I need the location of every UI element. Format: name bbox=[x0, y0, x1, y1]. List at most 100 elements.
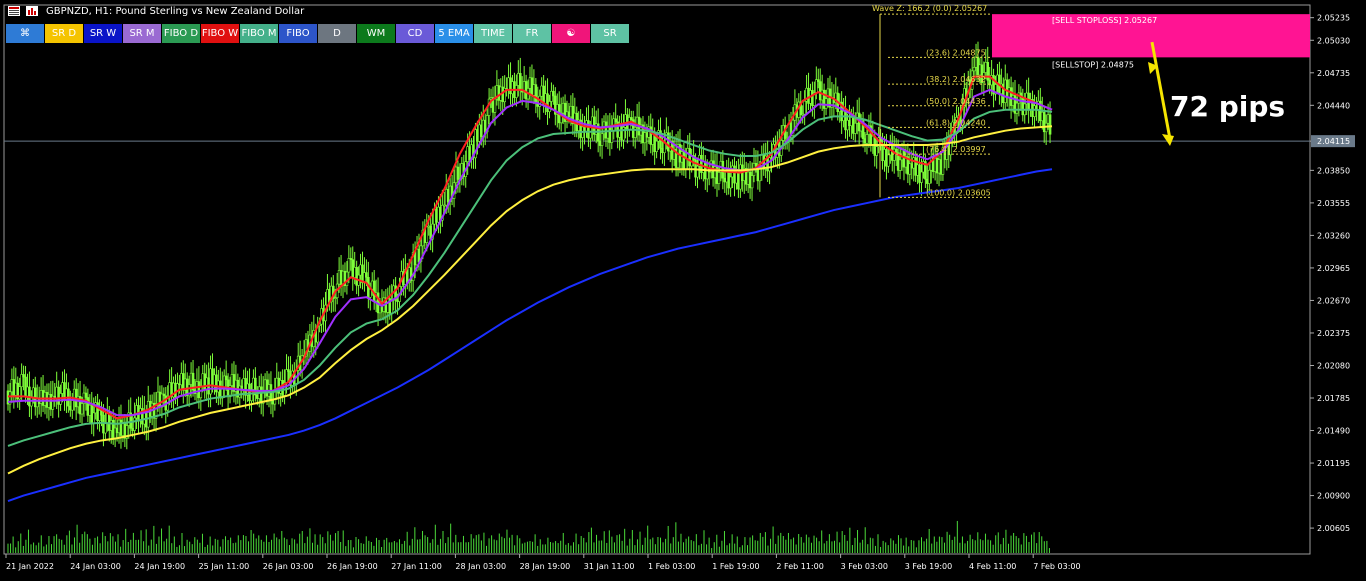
price-tick-label: 2.03850 bbox=[1317, 166, 1350, 175]
price-tick-label: 2.02965 bbox=[1317, 264, 1350, 273]
candle-body bbox=[729, 176, 732, 189]
time-tick-label: 21 Jan 2022 bbox=[6, 562, 54, 571]
candle-body bbox=[803, 100, 806, 115]
time-tick-label: 28 Jan 19:00 bbox=[520, 562, 571, 571]
candle-body bbox=[865, 134, 869, 144]
chart-grid-icon bbox=[8, 6, 20, 16]
fibo-level-label: (100.0) 2.03605 bbox=[926, 188, 991, 197]
candle-body bbox=[22, 374, 25, 378]
chart-title-bar: GBPNZD, H1: Pound Sterling vs New Zealan… bbox=[0, 2, 304, 20]
candle-body bbox=[273, 390, 277, 405]
candle-body bbox=[600, 133, 604, 146]
candle-body bbox=[224, 375, 228, 381]
time-tick-label: 7 Feb 03:00 bbox=[1033, 562, 1080, 571]
bar-chart-icon bbox=[26, 6, 38, 16]
candle-body bbox=[104, 422, 107, 434]
candle-body bbox=[80, 403, 84, 415]
time-tick-label: 3 Feb 19:00 bbox=[905, 562, 952, 571]
fibo-level-label: (38.2) 2.04632 bbox=[926, 75, 986, 84]
candle-body bbox=[887, 154, 890, 167]
candle-body bbox=[920, 171, 923, 183]
candle-body bbox=[927, 169, 931, 184]
button-5-ema[interactable]: 5 EMA bbox=[435, 24, 473, 43]
price-tick-label: 2.00900 bbox=[1317, 492, 1350, 501]
button-fibo-m[interactable]: FIBO M bbox=[240, 24, 278, 43]
candle-body bbox=[84, 392, 88, 398]
candle-body bbox=[456, 166, 460, 180]
time-tick-label: 31 Jan 11:00 bbox=[584, 562, 635, 571]
candle-body bbox=[534, 84, 538, 103]
candle-body bbox=[92, 412, 96, 424]
candle-body bbox=[875, 146, 879, 156]
candle-body bbox=[853, 122, 857, 134]
button-sr-d[interactable]: SR D bbox=[45, 24, 83, 43]
candle-body bbox=[684, 158, 688, 170]
candle-body bbox=[610, 130, 614, 143]
time-tick-label: 27 Jan 11:00 bbox=[391, 562, 442, 571]
candle-body bbox=[663, 142, 666, 154]
price-tick-label: 2.02670 bbox=[1317, 296, 1350, 305]
time-tick-label: 1 Feb 03:00 bbox=[648, 562, 695, 571]
time-tick-label: 26 Jan 03:00 bbox=[263, 562, 314, 571]
price-tick-label: 2.05235 bbox=[1317, 14, 1350, 23]
button-cd[interactable]: CD bbox=[396, 24, 434, 43]
indicator-toolbar: ⌘ SR D SR W SR M FIBO D FIBO W FIBO M FIBO D WM CD… bbox=[6, 24, 629, 44]
button-fibo[interactable]: FIBO bbox=[279, 24, 317, 43]
symbol-title: GBPNZD, H1: Pound Sterling vs New Zealan… bbox=[46, 5, 305, 17]
candle-body bbox=[365, 272, 368, 278]
candle-body bbox=[754, 163, 758, 167]
button-sr-m[interactable]: SR M bbox=[123, 24, 161, 43]
time-tick-label: 1 Feb 19:00 bbox=[712, 562, 759, 571]
fibo-wave-label: Wave Z: 166.2 (0.0) 2.05267 bbox=[872, 4, 987, 13]
price-tick-label: 2.04440 bbox=[1317, 101, 1350, 110]
button-sr-w[interactable]: SR W bbox=[84, 24, 122, 43]
price-tick-label: 2.01195 bbox=[1317, 459, 1350, 468]
candle-body bbox=[768, 157, 771, 172]
candle-body bbox=[614, 118, 618, 123]
button-d[interactable]: D bbox=[318, 24, 356, 43]
time-tick-label: 3 Feb 03:00 bbox=[841, 562, 888, 571]
sellstop-label: [SELLSTOP] 2.04875 bbox=[1052, 60, 1134, 69]
candle-body bbox=[70, 399, 74, 411]
price-tick-label: 2.05030 bbox=[1317, 36, 1350, 45]
candle-body bbox=[1048, 114, 1052, 135]
button-fr[interactable]: FR bbox=[513, 24, 551, 43]
price-tick-label: 2.04735 bbox=[1317, 69, 1350, 78]
price-chart[interactable]: Wave Z: 166.2 (0.0) 2.05267 (23.6) 2.0487… bbox=[0, 0, 1366, 581]
button-crosshair[interactable]: ⌘ bbox=[6, 24, 44, 43]
fibo-level-label: (76.4) 2.03997 bbox=[926, 145, 986, 154]
candle-body bbox=[515, 85, 518, 98]
candle-body bbox=[824, 98, 828, 109]
candle-body bbox=[589, 127, 592, 139]
price-tick-label: 2.04115 bbox=[1317, 137, 1350, 146]
candle-body bbox=[898, 159, 902, 171]
time-tick-label: 2 Feb 11:00 bbox=[776, 562, 823, 571]
pips-annotation: 72 pips bbox=[1170, 90, 1285, 123]
time-tick-label: 28 Jan 03:00 bbox=[455, 562, 506, 571]
candle-body bbox=[972, 66, 976, 72]
price-tick-label: 2.01785 bbox=[1317, 394, 1350, 403]
candle-body bbox=[347, 258, 351, 273]
time-tick-label: 24 Jan 03:00 bbox=[70, 562, 121, 571]
price-tick-label: 2.03260 bbox=[1317, 231, 1350, 240]
time-tick-label: 26 Jan 19:00 bbox=[327, 562, 378, 571]
price-tick-label: 2.02375 bbox=[1317, 329, 1350, 338]
button-fibo-d[interactable]: FIBO D bbox=[162, 24, 200, 43]
price-tick-label: 2.00605 bbox=[1317, 524, 1350, 533]
candle-body bbox=[133, 417, 136, 431]
button-sr[interactable]: SR bbox=[591, 24, 629, 43]
button-wm[interactable]: WM bbox=[357, 24, 395, 43]
button-yin-yang[interactable]: ☯ bbox=[552, 24, 590, 43]
candle-body bbox=[717, 172, 721, 184]
candle-body bbox=[518, 73, 522, 90]
fibo-level-label: (23.6) 2.04875 bbox=[926, 48, 986, 57]
fibo-level-label: (50.0) 2.04436 bbox=[926, 97, 986, 106]
price-tick-label: 2.02080 bbox=[1317, 361, 1350, 370]
price-tick-label: 2.03555 bbox=[1317, 199, 1350, 208]
candle-body bbox=[655, 140, 658, 152]
candle-body bbox=[552, 90, 555, 97]
button-time[interactable]: TIME bbox=[474, 24, 512, 43]
price-tick-label: 2.01490 bbox=[1317, 427, 1350, 436]
time-tick-label: 24 Jan 19:00 bbox=[134, 562, 185, 571]
button-fibo-w[interactable]: FIBO W bbox=[201, 24, 239, 43]
